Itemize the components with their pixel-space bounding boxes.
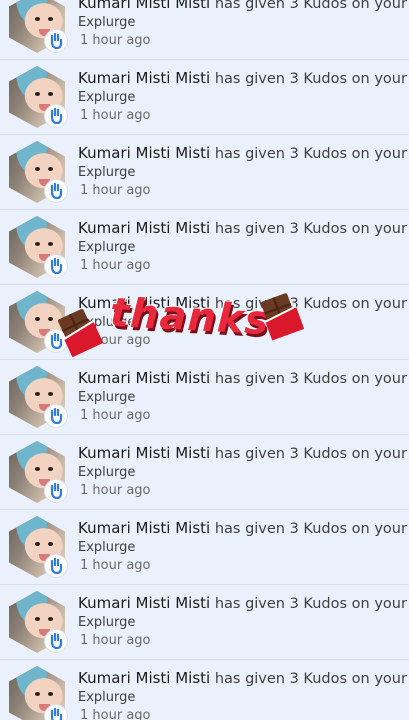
- notification-item[interactable]: Kumari Misti Misti has given 3 Kudos on …: [0, 0, 409, 60]
- kudos-hand-icon: [45, 705, 67, 720]
- notification-timestamp: 1 hour ago: [80, 183, 151, 198]
- notification-item[interactable]: Kumari Misti Misti has given 3 Kudos on …: [0, 210, 409, 285]
- notification-item[interactable]: Kumari Misti Misti has given 3 Kudos on …: [0, 660, 409, 720]
- kudos-hand-icon: [45, 105, 67, 127]
- notification-item[interactable]: Kumari Misti Misti has given 3 Kudos on …: [0, 585, 409, 660]
- user-name-link[interactable]: Kumari Misti Misti: [78, 0, 210, 12]
- notification-feed: Kumari Misti Misti has given 3 Kudos on …: [0, 0, 409, 720]
- notification-action-text: has given 3 Kudos on your: [214, 521, 407, 537]
- notification-target-link[interactable]: Explurge: [78, 14, 378, 32]
- kudos-hand-icon: [45, 255, 67, 277]
- notification-timestamp: 1 hour ago: [80, 333, 151, 348]
- notification-timestamp: 1 hour ago: [80, 558, 151, 573]
- notification-item[interactable]: Kumari Misti Misti has given 3 Kudos on …: [0, 510, 409, 585]
- notification-target-link[interactable]: Explurge: [78, 614, 378, 632]
- notification-timestamp: 1 hour ago: [80, 633, 151, 648]
- notification-target-link[interactable]: Explurge: [78, 164, 378, 182]
- notification-action-text: has given 3 Kudos on your: [214, 596, 407, 612]
- notification-action-text: has given 3 Kudos on your: [214, 446, 407, 462]
- notification-target-link[interactable]: Explurge: [78, 239, 378, 257]
- notification-timestamp: 1 hour ago: [80, 483, 151, 498]
- notification-timestamp: 1 hour ago: [80, 708, 151, 720]
- notification-action-text: has given 3 Kudos on your: [214, 0, 407, 12]
- notification-target-link[interactable]: Explurge: [78, 539, 378, 557]
- notification-target-link[interactable]: Explurge: [78, 389, 378, 407]
- user-name-link[interactable]: Kumari Misti Misti: [78, 69, 210, 87]
- notification-timestamp: 1 hour ago: [80, 258, 151, 273]
- notification-item[interactable]: Kumari Misti Misti has given 3 Kudos on …: [0, 285, 409, 360]
- kudos-hand-icon: [45, 555, 67, 577]
- kudos-hand-icon: [45, 480, 67, 502]
- notification-item[interactable]: Kumari Misti Misti has given 3 Kudos on …: [0, 60, 409, 135]
- notification-action-text: has given 3 Kudos on your: [214, 146, 407, 162]
- kudos-hand-icon: [45, 30, 67, 52]
- user-name-link[interactable]: Kumari Misti Misti: [78, 219, 210, 237]
- notification-item[interactable]: Kumari Misti Misti has given 3 Kudos on …: [0, 435, 409, 510]
- notification-target-link[interactable]: Explurge: [78, 89, 378, 107]
- notification-target-link[interactable]: Explurge: [78, 314, 378, 332]
- kudos-hand-icon: [45, 180, 67, 202]
- user-name-link[interactable]: Kumari Misti Misti: [78, 369, 210, 387]
- notification-action-text: has given 3 Kudos on your: [214, 671, 407, 687]
- notification-item[interactable]: Kumari Misti Misti has given 3 Kudos on …: [0, 360, 409, 435]
- notification-action-text: has given 3 Kudos on your: [214, 371, 407, 387]
- user-name-link[interactable]: Kumari Misti Misti: [78, 444, 210, 462]
- kudos-hand-icon: [45, 630, 67, 652]
- kudos-hand-icon: [45, 405, 67, 427]
- notification-target-link[interactable]: Explurge: [78, 689, 378, 707]
- notification-timestamp: 1 hour ago: [80, 408, 151, 423]
- user-name-link[interactable]: Kumari Misti Misti: [78, 594, 210, 612]
- notification-target-link[interactable]: Explurge: [78, 464, 378, 482]
- notification-action-text: has given 3 Kudos on your: [214, 71, 407, 87]
- user-name-link[interactable]: Kumari Misti Misti: [78, 144, 210, 162]
- notification-action-text: has given 3 Kudos on your: [214, 221, 407, 237]
- user-name-link[interactable]: Kumari Misti Misti: [78, 669, 210, 687]
- kudos-hand-icon: [45, 330, 67, 352]
- notification-timestamp: 1 hour ago: [80, 33, 151, 48]
- user-name-link[interactable]: Kumari Misti Misti: [78, 294, 210, 312]
- notification-list: Kumari Misti Misti has given 3 Kudos on …: [0, 0, 409, 720]
- notification-item[interactable]: Kumari Misti Misti has given 3 Kudos on …: [0, 135, 409, 210]
- user-name-link[interactable]: Kumari Misti Misti: [78, 519, 210, 537]
- notification-timestamp: 1 hour ago: [80, 108, 151, 123]
- notification-action-text: has given 3 Kudos on your: [214, 296, 407, 312]
